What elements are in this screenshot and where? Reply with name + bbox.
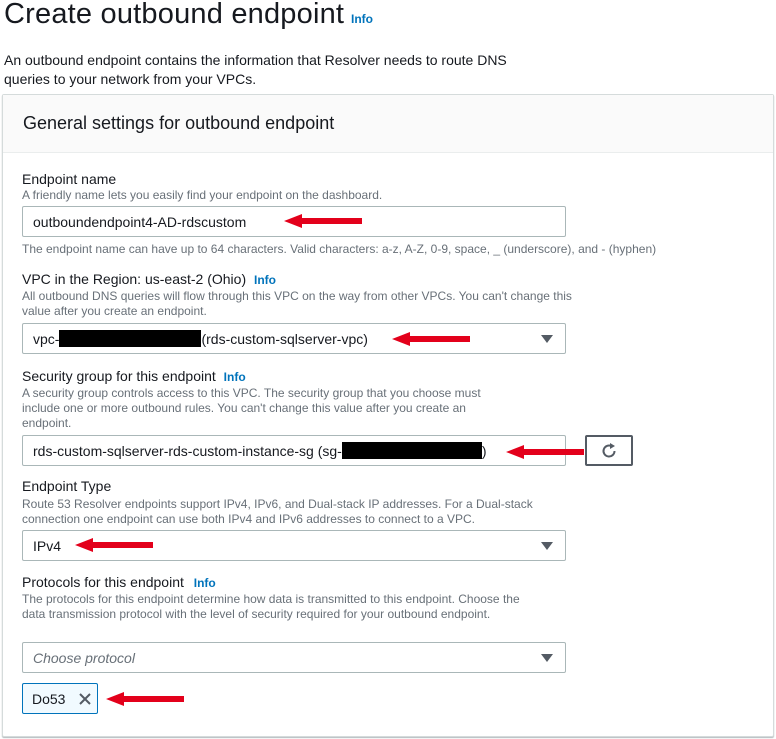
protocols-label: Protocols for this endpoint Info <box>22 574 216 590</box>
endpoint-name-label: Endpoint name <box>22 171 117 187</box>
endpoint-type-field: Endpoint Type Route 53 Resolver endpoint… <box>22 477 562 527</box>
endpoint-type-label: Endpoint Type <box>22 478 112 494</box>
redaction-block <box>59 330 202 347</box>
security-group-info-link[interactable]: Info <box>224 370 246 384</box>
caret-down-icon <box>541 542 553 550</box>
protocols-field: Protocols for this endpoint Info The pro… <box>22 573 542 622</box>
vpc-info-link[interactable]: Info <box>254 273 276 287</box>
endpoint-type-description: Route 53 Resolver endpoints support IPv4… <box>22 497 533 526</box>
protocol-token: Do53 <box>22 683 98 714</box>
security-group-value-prefix: rds-custom-sqlserver-rds-custom-instance… <box>33 442 342 459</box>
arrow-annotation <box>106 692 184 706</box>
caret-down-icon <box>541 654 553 662</box>
security-group-label: Security group for this endpoint Info <box>22 368 246 384</box>
protocol-select[interactable]: Choose protocol <box>22 642 566 673</box>
refresh-icon <box>602 442 616 457</box>
security-group-description: A security group controls access to this… <box>22 386 481 430</box>
vpc-field: VPC in the Region: us-east-2 (Ohio) Info… <box>22 270 582 319</box>
security-group-value-suffix: ) <box>481 442 487 459</box>
security-group-select[interactable]: rds-custom-sqlserver-rds-custom-instance… <box>22 435 566 466</box>
arrow-annotation <box>284 214 362 228</box>
arrow-annotation <box>392 332 470 346</box>
protocol-placeholder: Choose protocol <box>33 649 135 666</box>
protocols-info-link[interactable]: Info <box>194 576 216 590</box>
title-info-link[interactable]: Info <box>351 12 373 26</box>
caret-down-icon <box>541 335 553 343</box>
vpc-value-prefix: vpc- <box>33 330 60 347</box>
page-intro: An outbound endpoint contains the inform… <box>4 52 507 87</box>
vpc-value-suffix: (rds-custom-sqlserver-vpc) <box>201 330 368 347</box>
page-title: Create outbound endpoint <box>4 0 345 30</box>
refresh-button[interactable] <box>585 435 633 466</box>
protocols-description: The protocols for this endpoint determin… <box>22 592 520 621</box>
close-icon[interactable] <box>78 692 92 706</box>
endpoint-name-constraint: The endpoint name can have up to 64 char… <box>22 242 657 256</box>
vpc-label: VPC in the Region: us-east-2 (Ohio) Info <box>22 271 276 287</box>
vpc-description: All outbound DNS queries will flow throu… <box>22 289 572 318</box>
redaction-block <box>341 442 482 459</box>
endpoint-type-value: IPv4 <box>33 537 62 554</box>
arrow-annotation <box>75 538 153 552</box>
container-header: General settings for outbound endpoint <box>3 95 773 153</box>
protocol-token-label: Do53 <box>32 690 66 707</box>
arrow-annotation <box>506 445 584 459</box>
endpoint-name-field: Endpoint name A friendly name lets you e… <box>22 170 582 203</box>
section-title: General settings for outbound endpoint <box>23 113 335 133</box>
endpoint-name-description: A friendly name lets you easily find you… <box>22 188 383 202</box>
security-group-field: Security group for this endpoint Info A … <box>22 367 502 431</box>
endpoint-name-value: outboundendpoint4-AD-rdscustom <box>33 213 247 230</box>
vpc-select[interactable]: vpc- (rds-custom-sqlserver-vpc) <box>22 323 566 354</box>
